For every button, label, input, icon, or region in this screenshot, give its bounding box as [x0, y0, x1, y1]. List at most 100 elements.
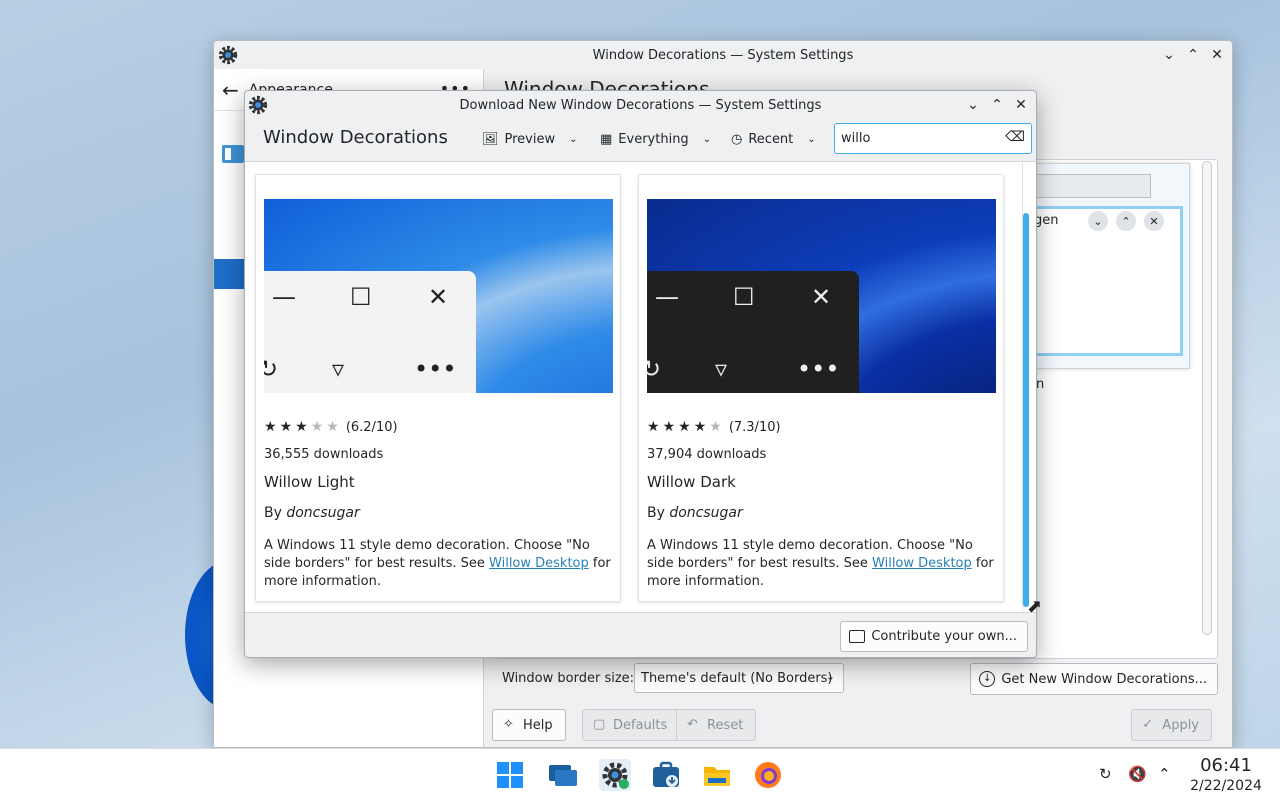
- chevron-down-icon: ⌄: [569, 133, 578, 145]
- settings-gear-icon: [248, 95, 268, 115]
- image-upload-icon: [849, 630, 866, 643]
- minimize-glyph-icon: —: [655, 283, 679, 311]
- main-titlebar[interactable]: Window Decorations — System Settings ⌄ ⌃…: [214, 41, 1232, 69]
- star-icon: ★: [647, 419, 660, 435]
- apply-button[interactable]: ✓ Apply: [1131, 709, 1212, 741]
- star-icon: ★: [693, 419, 707, 435]
- star-icon: ★: [279, 419, 293, 435]
- item-author: By doncsugar: [264, 505, 360, 521]
- get-new-decorations-button[interactable]: ↓ Get New Window Decorations...: [970, 663, 1218, 695]
- dialog-titlebar[interactable]: Download New Window Decorations — System…: [245, 91, 1036, 119]
- dialog-maximize-button[interactable]: ⌃: [988, 95, 1006, 115]
- preview-window-label: gen: [1034, 213, 1059, 228]
- reset-button[interactable]: ↶ Reset: [676, 709, 757, 741]
- view-mode-label: Preview: [504, 131, 556, 147]
- search-value: willo: [841, 131, 871, 146]
- filter-label: Everything: [618, 131, 689, 147]
- minimize-button[interactable]: ⌄: [1160, 45, 1178, 65]
- decoration-preview-card[interactable]: [1020, 163, 1190, 369]
- download-count: 36,555 downloads: [264, 447, 384, 462]
- result-card-willow-light[interactable]: — ☐ ✕ ↻ ▿ ••• ★ ★ ★ ★ ★ (6.2/10) 36,555 …: [255, 174, 621, 602]
- maximize-button[interactable]: ⌃: [1184, 45, 1202, 65]
- star-empty-icon: ★: [709, 419, 722, 435]
- view-mode-dropdown[interactable]: 🖼 Preview ⌄: [482, 127, 578, 151]
- clock[interactable]: 06:41 2/22/2024: [1186, 755, 1266, 795]
- updates-icon[interactable]: ↻: [1099, 765, 1112, 783]
- back-arrow-icon[interactable]: ←: [222, 78, 239, 102]
- border-size-combobox[interactable]: Theme's default (No Borders) ⌄: [634, 663, 844, 693]
- star-icon: ★: [662, 419, 676, 435]
- reset-icon: ↶: [687, 717, 698, 732]
- discover-icon[interactable]: [650, 759, 682, 791]
- author-name: doncsugar: [669, 505, 743, 521]
- firefox-icon[interactable]: [752, 759, 784, 791]
- preview-scrollbar[interactable]: [1202, 161, 1212, 635]
- download-count: 37,904 downloads: [647, 447, 767, 462]
- item-name: Willow Light: [264, 473, 355, 491]
- dialog-close-button[interactable]: ✕: [1012, 95, 1030, 115]
- sort-label: Recent: [748, 131, 794, 147]
- star-empty-icon: ★: [326, 419, 339, 435]
- preview-caption-fragment: n: [1036, 377, 1045, 392]
- results-grid: — ☐ ✕ ↻ ▿ ••• ★ ★ ★ ★ ★ (6.2/10) 36,555 …: [245, 161, 1036, 613]
- preview-maximize-icon: ⌃: [1116, 211, 1136, 231]
- maximize-glyph-icon: ☐: [733, 283, 755, 311]
- window-decorations-icon[interactable]: [222, 145, 244, 163]
- star-icon: ★: [264, 419, 277, 435]
- defaults-icon: ▢: [593, 717, 606, 732]
- more-glyph-icon: •••: [797, 355, 840, 383]
- star-icon: ★: [678, 419, 691, 435]
- author-prefix: By: [264, 505, 282, 521]
- mouse-cursor-icon: ⬈: [1027, 596, 1043, 617]
- item-description: A Windows 11 style demo decoration. Choo…: [264, 537, 614, 591]
- close-button[interactable]: ✕: [1208, 45, 1226, 65]
- refresh-glyph-icon: ↻: [647, 357, 661, 381]
- filter-dropdown[interactable]: ▦ Everything ⌄: [600, 127, 711, 151]
- chevron-down-icon: ⌄: [807, 133, 816, 145]
- minimize-glyph-icon: —: [272, 283, 296, 311]
- rating: ★ ★ ★ ★ ★ (7.3/10): [647, 419, 781, 435]
- author-prefix: By: [647, 505, 665, 521]
- volume-muted-icon[interactable]: 🔇: [1128, 765, 1147, 783]
- close-glyph-icon: ✕: [428, 283, 449, 311]
- defaults-button[interactable]: ▢ Defaults: [582, 709, 681, 741]
- file-manager-icon[interactable]: [701, 759, 733, 791]
- border-size-label: Window border size:: [502, 671, 635, 686]
- start-menu-icon[interactable]: [494, 759, 526, 791]
- dialog-minimize-button[interactable]: ⌄: [964, 95, 982, 115]
- thumbnail-image: — ☐ ✕ ↻ ▿ •••: [264, 199, 613, 393]
- sort-dropdown[interactable]: ◷ Recent ⌄: [731, 127, 816, 151]
- maximize-glyph-icon: ☐: [350, 283, 372, 311]
- clock-date: 2/22/2024: [1190, 778, 1262, 794]
- item-description: A Windows 11 style demo decoration. Choo…: [647, 537, 997, 591]
- dialog-title: Download New Window Decorations — System…: [459, 97, 822, 113]
- preview-inactive-titlebar: [1021, 174, 1151, 198]
- checkmark-icon: ✓: [1142, 717, 1154, 732]
- close-glyph-icon: ✕: [811, 283, 832, 311]
- chevron-down-icon: ⌄: [825, 670, 835, 683]
- star-empty-icon: ★: [310, 419, 324, 435]
- contribute-label: Contribute your own...: [871, 629, 1017, 644]
- taskbar: ↻ 🔇 ⌃ 06:41 2/22/2024: [0, 748, 1280, 800]
- help-button[interactable]: ✧ Help: [492, 709, 566, 741]
- contribute-button[interactable]: Contribute your own...: [840, 621, 1028, 652]
- search-input[interactable]: willo ⌫: [834, 123, 1032, 154]
- clear-search-icon[interactable]: ⌫: [1005, 129, 1025, 145]
- sidebar-selected-item[interactable]: [214, 259, 244, 289]
- clock-icon: ◷: [731, 131, 743, 147]
- rating-score: (7.3/10): [728, 419, 781, 435]
- result-card-willow-dark[interactable]: — ☐ ✕ ↻ ▿ ••• ★ ★ ★ ★ ★ (7.3/10) 37,904 …: [638, 174, 1004, 602]
- tray-expand-icon[interactable]: ⌃: [1158, 765, 1171, 783]
- task-switcher-icon[interactable]: [547, 759, 579, 791]
- system-settings-icon[interactable]: [599, 759, 631, 791]
- dialog-scrollbar-thumb[interactable]: [1023, 213, 1029, 607]
- image-icon: 🖼: [482, 131, 499, 147]
- willow-desktop-link[interactable]: Willow Desktop: [489, 556, 589, 571]
- get-new-decorations-label: Get New Window Decorations...: [1001, 671, 1207, 687]
- item-name: Willow Dark: [647, 473, 736, 491]
- dialog-heading: Window Decorations: [263, 127, 448, 148]
- defaults-label: Defaults: [613, 717, 668, 733]
- willow-desktop-link[interactable]: Willow Desktop: [872, 556, 972, 571]
- settings-gear-icon: [218, 45, 238, 65]
- item-author: By doncsugar: [647, 505, 743, 521]
